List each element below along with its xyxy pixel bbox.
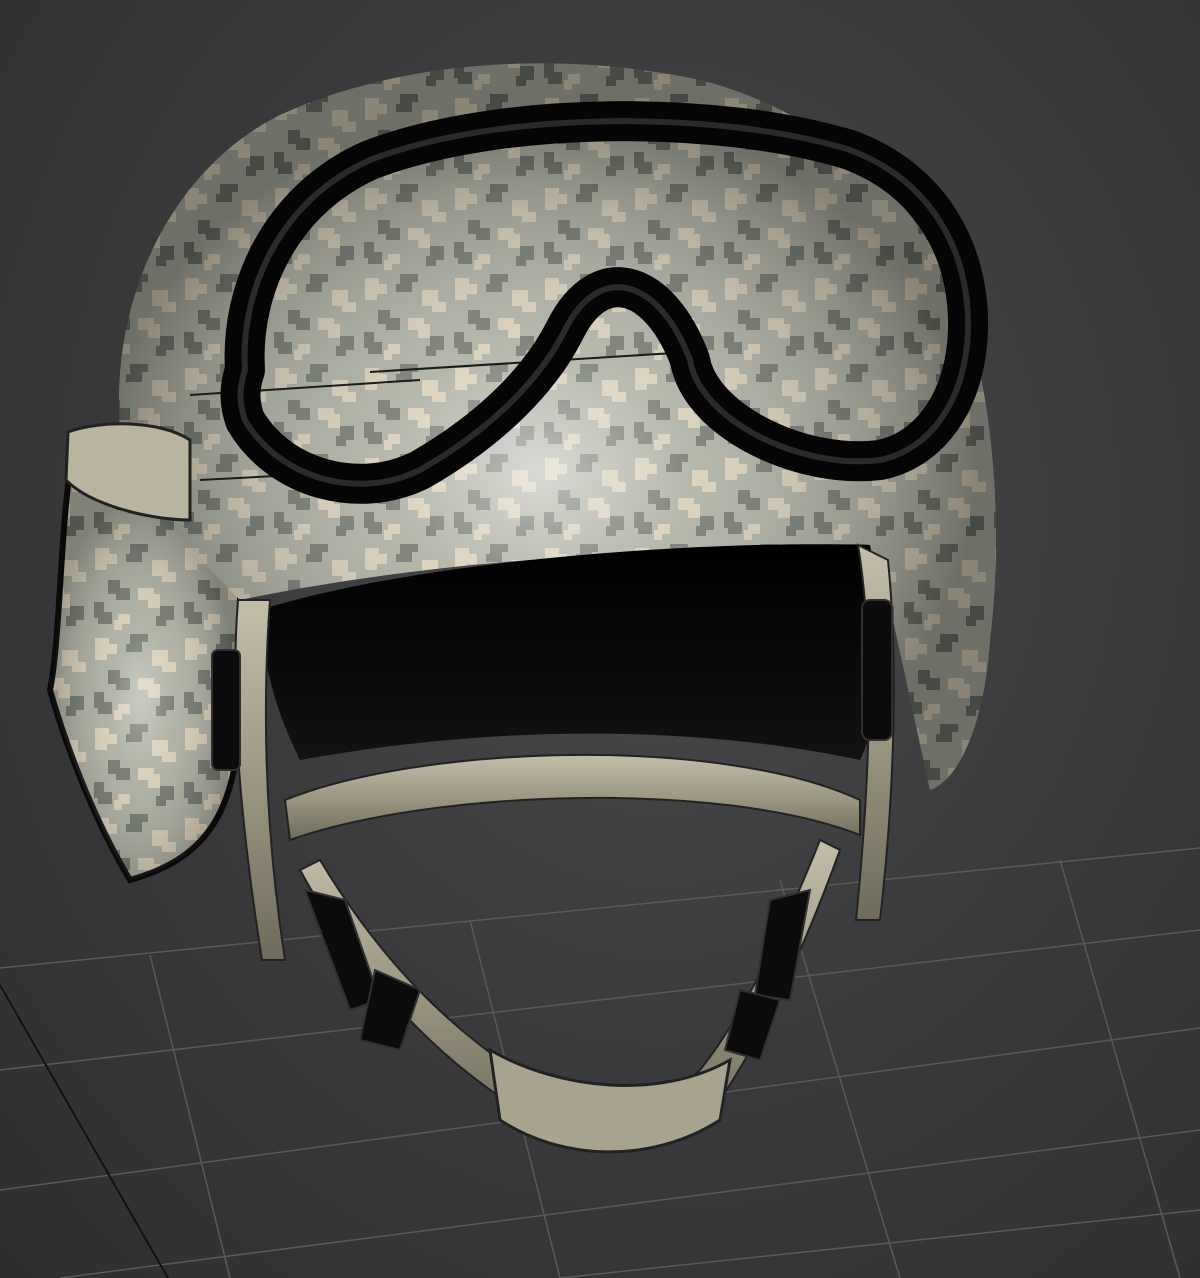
- viewport-scene: [0, 63, 1200, 1278]
- strap-band-upper: [283, 753, 861, 842]
- helmet-model: [46, 63, 996, 1154]
- ground-grid: [0, 847, 1200, 1278]
- 3d-viewport[interactable]: [0, 0, 1200, 1278]
- chin-cup: [488, 1047, 732, 1154]
- axis-line: [0, 984, 169, 1278]
